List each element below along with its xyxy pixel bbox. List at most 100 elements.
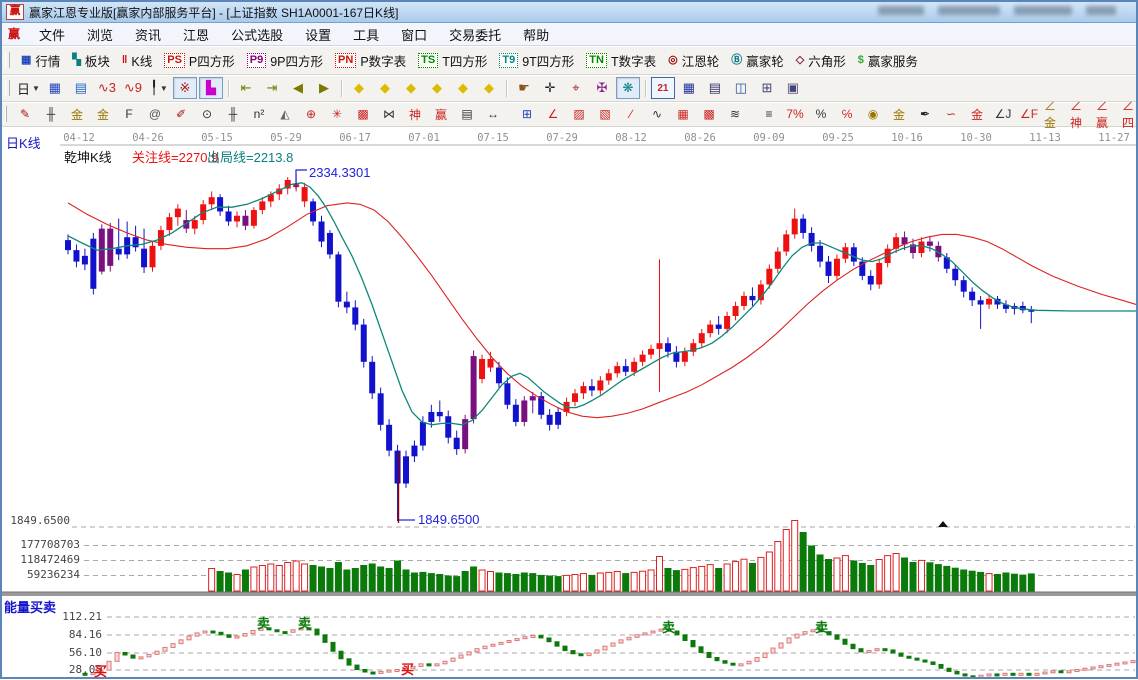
draw-tool-time-circle[interactable]: ⊙ (195, 103, 219, 125)
draw-tool-slope-lines[interactable]: ∕ (619, 103, 643, 125)
draw-tool-angle-win[interactable]: ∠赢 (1095, 99, 1119, 130)
draw-tool-ruler-123[interactable]: ▤ (455, 103, 479, 125)
draw-tool-price-ladder[interactable]: ≡ (757, 103, 781, 125)
toolbar-button-scale-compress-v[interactable]: ◆ (477, 77, 501, 99)
menu-公式选股[interactable]: 公式选股 (220, 23, 294, 45)
draw-tool-channel-lines[interactable]: ≋ (723, 103, 747, 125)
draw-tool-angle-j[interactable]: ∠J (991, 103, 1015, 125)
draw-tool-wave-ruler[interactable]: ∿ (645, 103, 669, 125)
toolbar-button-scale-right[interactable]: ◆ (373, 77, 397, 99)
pane-label-daily-kline[interactable]: 日K线 (6, 133, 41, 152)
menu-窗口[interactable]: 窗口 (390, 23, 438, 45)
draw-tool-angle-gold[interactable]: ∠金 (1043, 99, 1067, 130)
draw-tool-angle-f[interactable]: ∠F (1017, 103, 1041, 125)
chart-area[interactable]: 04-12 04-26 05-15 05-29 06-17 07-01 07-15 07-29… (2, 130, 1136, 679)
draw-tool-gann-grid[interactable]: ╫ (39, 103, 63, 125)
draw-tool-red-grid-b[interactable]: ▩ (697, 103, 721, 125)
draw-tool-fan-box-b[interactable]: ▧ (593, 103, 617, 125)
toolbar-button-calculator[interactable]: ▦ (677, 77, 701, 99)
toolbar-button-calendar[interactable]: 21 (650, 77, 675, 99)
draw-tool-mirror-angle[interactable]: ◭ (273, 103, 297, 125)
menu-工具[interactable]: 工具 (342, 23, 390, 45)
toolbar-button-crosshair[interactable]: ✛ (538, 77, 562, 99)
toolbar-grip[interactable] (5, 52, 10, 68)
toolbar-button-first-page[interactable]: ⇤ (234, 77, 258, 99)
draw-tool-spiral-tool[interactable]: @ (143, 103, 167, 125)
toolbar-button-period-dropdown[interactable]: 日 ▼ (16, 77, 41, 99)
draw-tool-gold-ruler-b[interactable]: 金 (91, 103, 115, 125)
draw-tool-n-square[interactable]: n² (247, 103, 271, 125)
draw-tool-gold-wave[interactable]: ∽ (939, 103, 963, 125)
toolbar-button-data-export[interactable]: ⊞ (755, 77, 779, 99)
draw-tool-grid-ruler[interactable]: ╫ (221, 103, 245, 125)
draw-tool-ray-fan[interactable]: ∠ (541, 103, 565, 125)
draw-tool-percent-lines[interactable]: ℅ (835, 103, 859, 125)
toolbar-button-page-back[interactable]: ◀ (286, 77, 310, 99)
kline-chart-svg[interactable]: 04-12 04-26 05-15 05-29 06-17 07-01 07-15 07-29… (2, 130, 1136, 677)
draw-tool-seven-percent[interactable]: 7% (783, 103, 807, 125)
toolbar-button-hexagon[interactable]: ◇ 六角形 (790, 49, 852, 71)
menu-设置[interactable]: 设置 (294, 23, 342, 45)
draw-tool-fan-box-a[interactable]: ▨ (567, 103, 591, 125)
toolbar-button-wave-3[interactable]: ∿3 (95, 77, 119, 99)
toolbar-button-anchor-tool[interactable]: ✠ (590, 77, 614, 99)
toolbar-button-gann-wheel[interactable]: ◎ 江恩轮 (662, 49, 725, 71)
draw-tool-gold-lines[interactable]: 金 (887, 103, 911, 125)
menu-帮助[interactable]: 帮助 (512, 23, 560, 45)
toolbar-button-save[interactable]: ◫ (729, 77, 753, 99)
toolbar-button-t-square[interactable]: TS T四方形 (412, 49, 493, 71)
toolbar-button-scale-expand-v[interactable]: ◆ (451, 77, 475, 99)
draw-tool-gold-ruler-a[interactable]: 金 (65, 103, 89, 125)
toolbar-button-memo[interactable]: ▤ (703, 77, 727, 99)
toolbar-button-print[interactable]: ▣ (781, 77, 805, 99)
toolbar-button-last-page[interactable]: ⇥ (260, 77, 284, 99)
toolbar-button-p-digit-table[interactable]: PN P数字表 (329, 49, 412, 71)
draw-tool-ink-pen[interactable]: ✒ (913, 103, 937, 125)
toolbar-button-smart-analysis[interactable]: ❋ (615, 77, 640, 99)
draw-tool-red-grid-a[interactable]: ▦ (671, 103, 695, 125)
draw-tool-span-ruler[interactable]: ↔ (481, 103, 505, 125)
menu-交易委托[interactable]: 交易委托 (438, 23, 512, 45)
draw-tool-gann-star[interactable]: ✳ (325, 103, 349, 125)
toolbar-button-color-volume[interactable]: ▙ (198, 77, 223, 99)
draw-tool-price-grid-box[interactable]: ⊞ (515, 103, 539, 125)
draw-tool-gold-circle[interactable]: ◉ (861, 103, 885, 125)
toolbar-button-drag-hand[interactable]: ☛ (512, 77, 536, 99)
draw-tool-circle-cross[interactable]: ⊕ (299, 103, 323, 125)
menu-浏览[interactable]: 浏览 (76, 23, 124, 45)
draw-tool-percent[interactable]: % (809, 103, 833, 125)
menu-江恩[interactable]: 江恩 (172, 23, 220, 45)
toolbar-button-scale-compress-h[interactable]: ◆ (425, 77, 449, 99)
draw-tool-brush-tool[interactable]: ✐ (169, 103, 193, 125)
toolbar-button-winner-wheel[interactable]: Ⓑ 赢家轮 (725, 49, 790, 71)
toolbar-button-quotes[interactable]: ▦ 行情 (15, 49, 66, 71)
toolbar-button-winner-service[interactable]: $ 赢家服务 (852, 49, 924, 71)
draw-tool-angle-si[interactable]: ∠四 (1121, 99, 1138, 130)
toolbar-button-wave-9[interactable]: ∿9 (121, 77, 145, 99)
toolbar-button-scale-left[interactable]: ◆ (347, 77, 371, 99)
toolbar-button-9p-square[interactable]: P9 9P四方形 (241, 49, 329, 71)
draw-tool-shen-ruler[interactable]: 神 (403, 103, 427, 125)
toolbar-button-sectors[interactable]: ▚ 板块 (66, 49, 115, 71)
toolbar-grip[interactable] (5, 106, 7, 122)
toolbar-button-9t-square[interactable]: T9 9T四方形 (493, 49, 580, 71)
draw-tool-pen-tool[interactable]: ✎ (13, 103, 37, 125)
toolbar-button-t-digit-table[interactable]: TN T数字表 (580, 49, 662, 71)
menu-资讯[interactable]: 资讯 (124, 23, 172, 45)
toolbar-button-f10-info[interactable]: ▤ (69, 77, 93, 99)
toolbar-button-page-forward[interactable]: ▶ (312, 77, 336, 99)
toolbar-button-p-square[interactable]: PS P四方形 (158, 49, 241, 71)
pane-separator[interactable] (2, 592, 1136, 596)
toolbar-button-price-probe[interactable]: ⌖ (564, 77, 588, 99)
menu-文件[interactable]: 文件 (28, 23, 76, 45)
draw-tool-gann-box[interactable]: ▩ (351, 103, 375, 125)
toolbar-button-candle-style-dropdown[interactable]: ╿ ▼ (147, 77, 171, 99)
toolbar-button-scale-expand-h[interactable]: ◆ (399, 77, 423, 99)
draw-tool-f-ruler[interactable]: F (117, 103, 141, 125)
toolbar-grip[interactable] (5, 80, 10, 96)
draw-tool-angle-shen[interactable]: ∠神 (1069, 99, 1093, 130)
draw-tool-gold-red-ruler[interactable]: 金 (965, 103, 989, 125)
toolbar-button-chart-pattern[interactable]: ▦ (43, 77, 67, 99)
draw-tool-ratio-tool[interactable]: ⋈ (377, 103, 401, 125)
toolbar-button-kline[interactable]: ‖ K线 (116, 49, 158, 71)
